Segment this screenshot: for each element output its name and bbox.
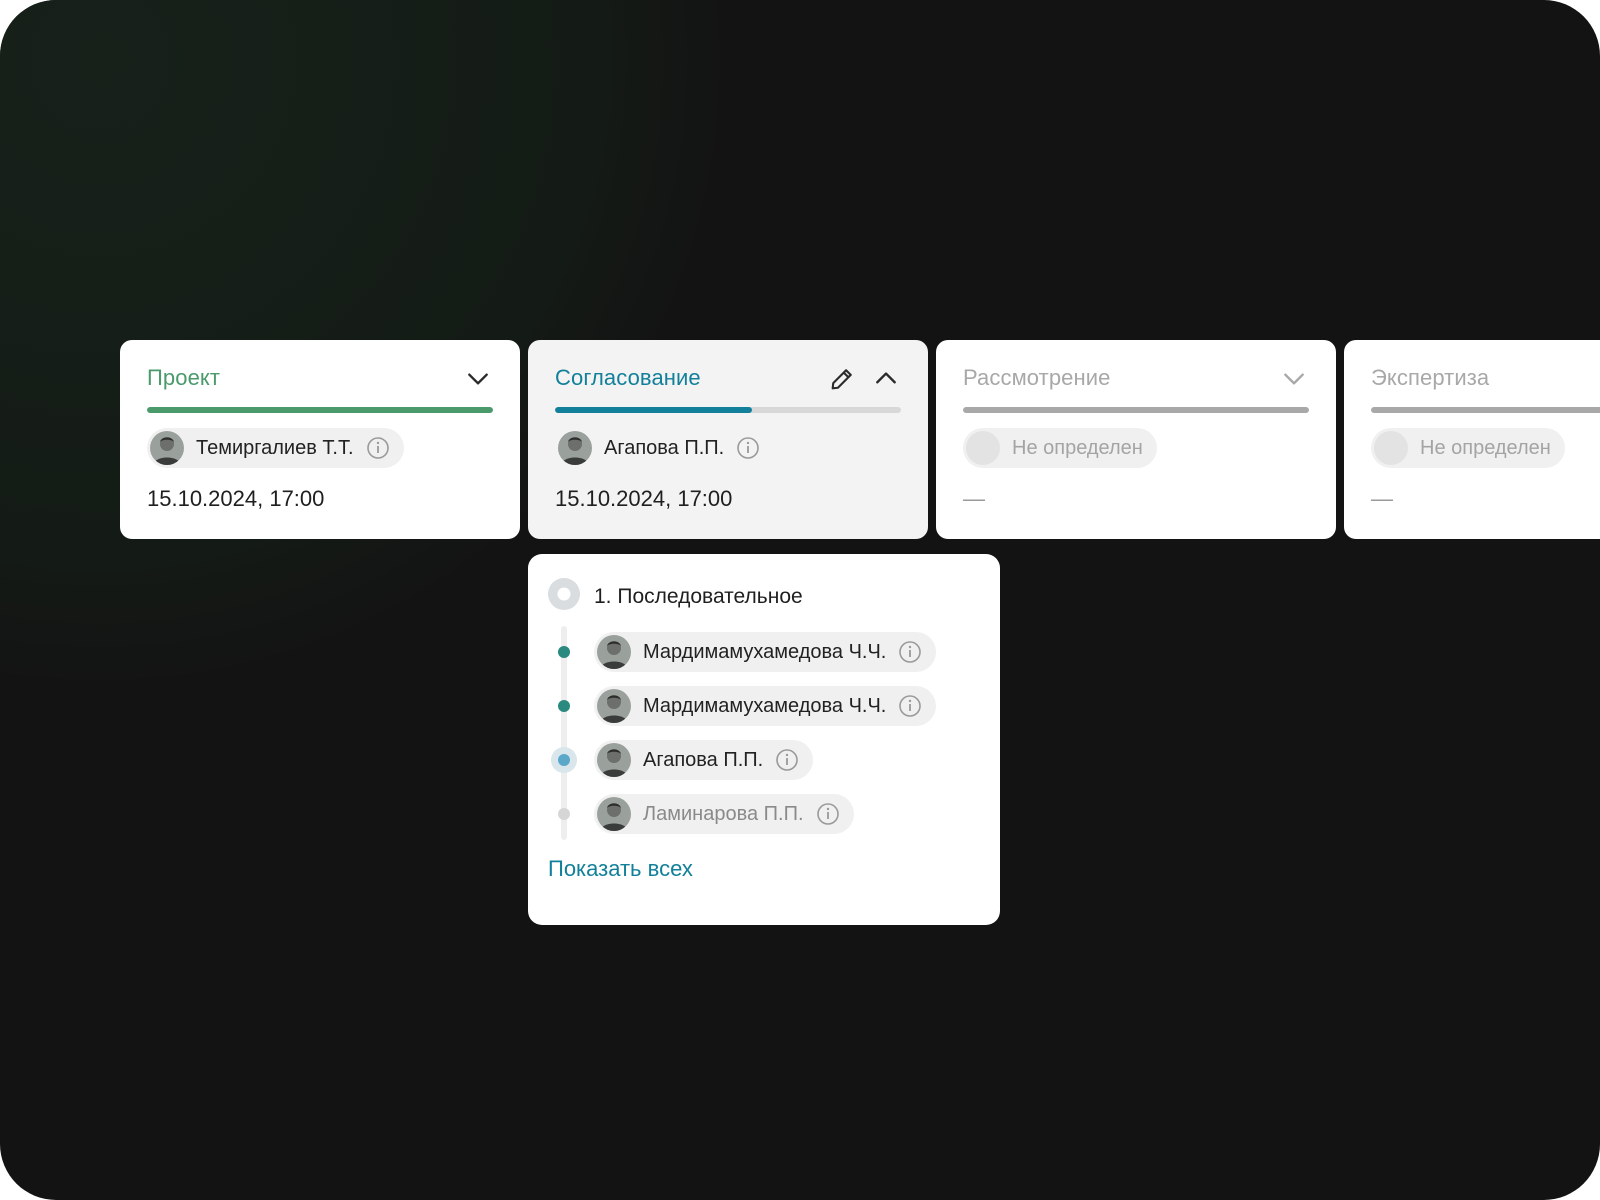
- stage-title: Рассмотрение: [963, 365, 1111, 390]
- assignee-chip[interactable]: Агапова П.П.: [594, 740, 814, 780]
- assignee-name: Агапова П.П.: [604, 436, 725, 459]
- assignee-chip[interactable]: Ламинарова П.П.: [594, 794, 854, 834]
- stage-card-project[interactable]: Проект Темиргалиев Т.Т. 15.10.2024, 17:0…: [120, 340, 520, 539]
- assignee-name: Ламинарова П.П.: [643, 802, 804, 825]
- stage-date: 15.10.2024, 17:00: [555, 486, 733, 511]
- pencil-icon[interactable]: [827, 364, 857, 394]
- step-pending-dot: [558, 808, 570, 820]
- avatar: [597, 635, 631, 669]
- stage-date: —: [963, 486, 985, 511]
- stage-progress-fill: [147, 407, 493, 413]
- avatar: [597, 797, 631, 831]
- info-icon[interactable]: [898, 694, 922, 718]
- assignee-name: Не определен: [1420, 436, 1551, 459]
- info-icon[interactable]: [366, 436, 390, 460]
- stage-progress-fill: [963, 407, 1309, 413]
- route-step: Ламинарова П.П.: [528, 794, 1000, 834]
- assignee-name: Мардимамухамедова Ч.Ч.: [643, 640, 887, 663]
- assignee-chip[interactable]: Темиргалиев Т.Т.: [147, 428, 404, 468]
- chevron-down-icon[interactable]: [1279, 364, 1309, 394]
- assignee-chip[interactable]: Агапова П.П.: [555, 428, 775, 468]
- stage-title: Экспертиза: [1371, 365, 1490, 390]
- stage-progress-bar: [555, 407, 901, 413]
- stage-progress-fill: [555, 407, 753, 413]
- show-all-link[interactable]: Показать всех: [548, 856, 693, 882]
- stage-progress-bar: [1371, 407, 1600, 413]
- assignee-chip[interactable]: Мардимамухамедова Ч.Ч.: [594, 632, 937, 672]
- info-icon[interactable]: [736, 436, 760, 460]
- route-title: 1. Последовательное: [594, 584, 803, 608]
- avatar: [597, 689, 631, 723]
- step-current-dot: [551, 747, 577, 773]
- route-step: Агапова П.П.: [528, 740, 1000, 780]
- avatar: [597, 743, 631, 777]
- stage-date: 15.10.2024, 17:00: [147, 486, 325, 511]
- step-done-dot: [558, 700, 570, 712]
- approval-route-popover: 1. Последовательное Мардимамухамедова Ч.…: [528, 554, 1000, 925]
- assignee-name: Мардимамухамедова Ч.Ч.: [643, 694, 887, 717]
- assignee-name: Не определен: [1012, 436, 1143, 459]
- route-step: Мардимамухамедова Ч.Ч.: [528, 632, 1000, 672]
- avatar-placeholder: [966, 431, 1000, 465]
- stage-progress-bar: [147, 407, 493, 413]
- route-header: 1. Последовательное: [548, 578, 803, 615]
- stage-title: Проект: [147, 365, 221, 390]
- avatar: [558, 431, 592, 465]
- info-icon[interactable]: [775, 748, 799, 772]
- stage-card-approval[interactable]: Согласование Агапова П.П. 15.10.2024, 17…: [528, 340, 928, 539]
- assignee-name: Агапова П.П.: [643, 748, 764, 771]
- chevron-up-icon[interactable]: [871, 364, 901, 394]
- app-frame: Проект Темиргалиев Т.Т. 15.10.2024, 17:0…: [0, 0, 1600, 1200]
- stage-card-review[interactable]: Рассмотрение Не определен —: [936, 340, 1336, 539]
- stage-date: —: [1371, 486, 1393, 511]
- step-done-dot: [558, 646, 570, 658]
- assignee-name: Темиргалиев Т.Т.: [196, 436, 354, 459]
- chevron-down-icon[interactable]: [463, 364, 493, 394]
- assignee-chip[interactable]: Не определен: [963, 428, 1157, 468]
- assignee-chip[interactable]: Не определен: [1371, 428, 1565, 468]
- avatar-placeholder: [1374, 431, 1408, 465]
- stage-card-expertise[interactable]: Экспертиза Не определен —: [1344, 340, 1600, 539]
- avatar: [150, 431, 184, 465]
- stage-progress-bar: [963, 407, 1309, 413]
- route-step: Мардимамухамедова Ч.Ч.: [528, 686, 1000, 726]
- info-icon[interactable]: [898, 640, 922, 664]
- info-icon[interactable]: [816, 802, 840, 826]
- stage-progress-fill: [1371, 407, 1600, 413]
- assignee-chip[interactable]: Мардимамухамедова Ч.Ч.: [594, 686, 937, 726]
- stage-title: Согласование: [555, 365, 701, 390]
- route-status-icon: [548, 578, 580, 615]
